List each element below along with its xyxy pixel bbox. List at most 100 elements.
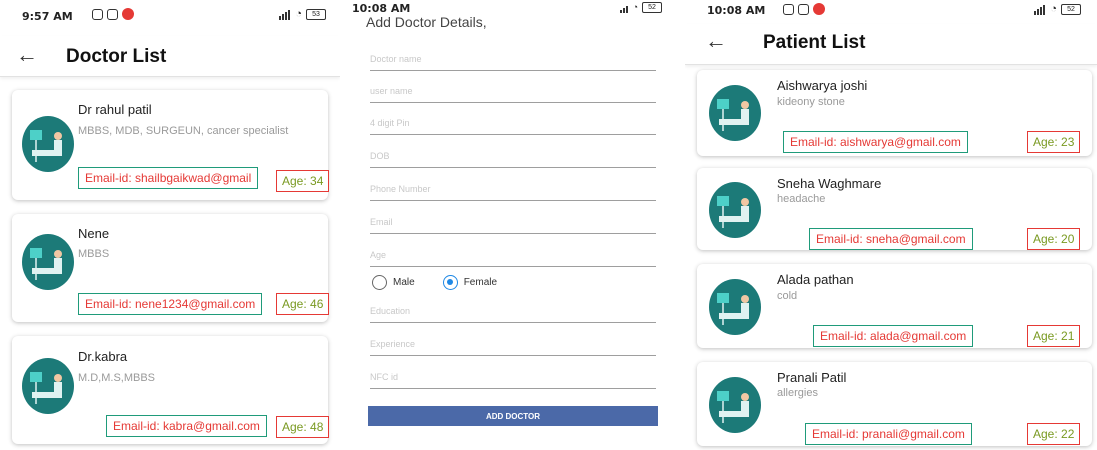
patient-email: Email-id: alada@gmail.com xyxy=(813,325,974,347)
patient-name: Aishwarya joshi xyxy=(777,78,868,93)
age-field[interactable] xyxy=(370,244,656,267)
doctor-age: Age: 48 xyxy=(276,416,330,438)
notification-icons xyxy=(783,3,825,15)
system-icons: ◔ 52 xyxy=(619,1,662,13)
gender-radio-group: Male Female xyxy=(372,275,525,290)
status-time: 9:57 AM xyxy=(22,10,73,23)
phone-input[interactable] xyxy=(370,178,656,194)
doctor-avatar-icon xyxy=(22,234,74,290)
doctor-name-input[interactable] xyxy=(370,48,656,64)
female-radio[interactable] xyxy=(442,275,458,290)
email-input[interactable] xyxy=(370,211,656,227)
form-title: Add Doctor Details, xyxy=(366,14,487,30)
battery-icon: 53 xyxy=(306,8,326,20)
back-arrow-icon[interactable]: ← xyxy=(705,28,727,54)
signal-icon xyxy=(279,8,291,20)
patient-avatar-icon xyxy=(709,377,761,433)
phone-field[interactable] xyxy=(370,178,656,201)
doctor-email: Email-id: shailbgaikwad@gmail xyxy=(78,167,259,189)
patient-card[interactable]: Alada pathan cold Email-id: alada@gmail.… xyxy=(697,264,1092,348)
pin-field[interactable] xyxy=(370,112,656,135)
patient-avatar-icon xyxy=(709,85,761,141)
doctor-card[interactable]: Dr rahul patil MBBS, MDB, SURGEUN, cance… xyxy=(12,90,330,200)
patient-age: Age: 21 xyxy=(1027,325,1081,347)
status-bar: 10:08 AM ◔ 52 xyxy=(350,0,670,15)
doctor-email: Email-id: nene1234@gmail.com xyxy=(78,293,263,315)
patient-name: Alada pathan xyxy=(777,272,854,287)
doctor-name-field[interactable] xyxy=(370,48,656,71)
patient-email: Email-id: sneha@gmail.com xyxy=(809,228,973,250)
doctor-avatar-icon xyxy=(22,358,74,414)
user-name-input[interactable] xyxy=(370,80,656,96)
patient-card[interactable]: Pranali Patil allergies Email-id: pranal… xyxy=(697,362,1092,446)
patient-card[interactable]: Aishwarya joshi kideony stone Email-id: … xyxy=(697,70,1092,156)
pin-input[interactable] xyxy=(370,112,656,128)
app-notification-icon xyxy=(813,3,825,15)
doctor-age: Age: 34 xyxy=(276,170,330,192)
status-bar: 10:08 AM ◔ 52 xyxy=(685,0,1097,22)
patient-age: Age: 23 xyxy=(1027,131,1081,153)
user-name-field[interactable] xyxy=(370,80,656,103)
education-input[interactable] xyxy=(370,300,656,316)
patient-avatar-icon xyxy=(709,279,761,335)
wifi-icon: ◔ xyxy=(632,2,638,12)
doctor-name: Nene xyxy=(78,226,110,241)
page-title: Doctor List xyxy=(66,46,167,67)
doctor-age: Age: 46 xyxy=(276,293,330,315)
notification-icons xyxy=(92,8,134,20)
back-arrow-icon[interactable]: ← xyxy=(16,42,38,68)
experience-field[interactable] xyxy=(370,333,656,356)
patient-condition: headache xyxy=(777,193,826,205)
patient-condition: kideony stone xyxy=(777,96,845,108)
education-field[interactable] xyxy=(370,300,656,323)
patient-condition: cold xyxy=(777,290,798,302)
add-doctor-button[interactable]: ADD DOCTOR xyxy=(368,406,658,426)
instagram-icon xyxy=(783,3,794,15)
patient-age: Age: 20 xyxy=(1027,228,1081,250)
male-label: Male xyxy=(393,277,415,288)
experience-input[interactable] xyxy=(370,333,656,349)
dob-field[interactable] xyxy=(370,145,656,168)
doctor-qualification: MBBS, MDB, SURGEUN, cancer specialist xyxy=(78,125,289,137)
nfc-field[interactable] xyxy=(370,366,656,389)
instagram-icon xyxy=(798,3,809,15)
status-time: 10:08 AM xyxy=(707,4,766,17)
patient-name: Sneha Waghmare xyxy=(777,176,882,191)
instagram-icon xyxy=(92,8,103,20)
male-radio[interactable] xyxy=(372,275,387,290)
system-icons: ◔ 52 xyxy=(1034,3,1081,15)
signal-icon xyxy=(1034,3,1046,15)
age-input[interactable] xyxy=(370,244,656,260)
wifi-icon: ◔ xyxy=(295,8,302,20)
status-bar: 9:57 AM ◔ 53 xyxy=(0,0,340,28)
instagram-icon xyxy=(107,8,118,20)
patient-card[interactable]: Sneha Waghmare headache Email-id: sneha@… xyxy=(697,168,1092,250)
patient-age: Age: 22 xyxy=(1027,423,1081,445)
nfc-input[interactable] xyxy=(370,366,656,382)
doctor-card[interactable]: Dr.kabra M.D,M.S,MBBS Email-id: kabra@gm… xyxy=(12,336,330,444)
doctor-name: Dr rahul patil xyxy=(78,102,152,117)
dob-input[interactable] xyxy=(370,145,656,161)
doctor-avatar-icon xyxy=(22,116,74,172)
wifi-icon: ◔ xyxy=(1050,3,1057,15)
doctor-name: Dr.kabra xyxy=(78,349,128,364)
doctor-list-screen: 9:57 AM ◔ 53 ← Doctor List Dr rahul pati… xyxy=(0,0,340,450)
system-icons: ◔ 53 xyxy=(279,8,326,20)
patient-name: Pranali Patil xyxy=(777,370,847,385)
doctor-qualification: M.D,M.S,MBBS xyxy=(78,372,156,384)
patient-condition: allergies xyxy=(777,387,818,399)
email-field[interactable] xyxy=(370,211,656,234)
battery-icon: 52 xyxy=(1061,3,1081,15)
add-doctor-screen: 10:08 AM ◔ 52 Add Doctor Details, Male F… xyxy=(350,0,670,450)
doctor-card[interactable]: Nene MBBS Email-id: nene1234@gmail.com A… xyxy=(12,214,330,322)
patient-email: Email-id: aishwarya@gmail.com xyxy=(783,131,968,153)
patient-avatar-icon xyxy=(709,182,761,238)
doctor-qualification: MBBS xyxy=(78,248,110,260)
doctor-email: Email-id: kabra@gmail.com xyxy=(106,415,267,437)
female-label: Female xyxy=(463,277,498,288)
app-notification-icon xyxy=(122,8,134,20)
patient-email: Email-id: pranali@gmail.com xyxy=(805,423,972,445)
page-title: Patient List xyxy=(763,32,866,53)
app-bar: ← Doctor List xyxy=(0,36,340,77)
app-bar: ← Patient List xyxy=(685,24,1097,65)
